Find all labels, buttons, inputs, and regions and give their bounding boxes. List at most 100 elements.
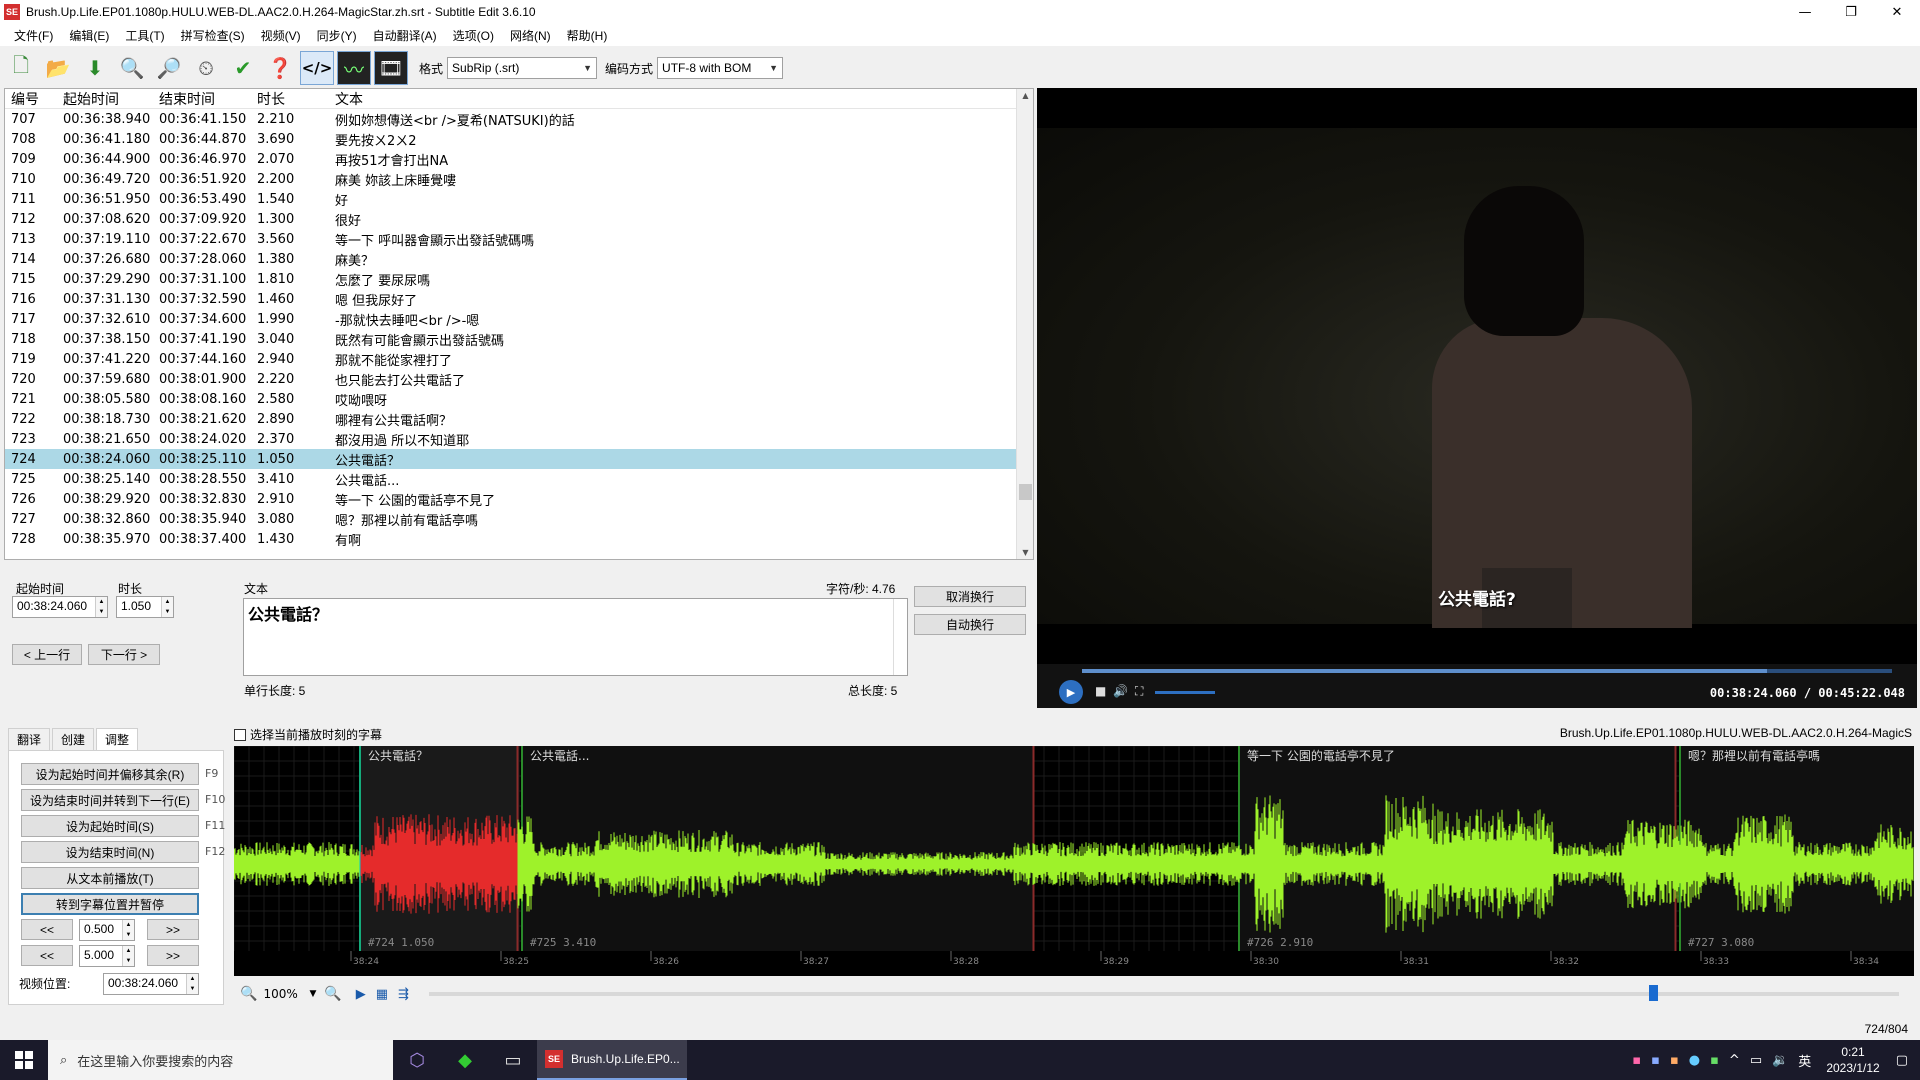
- source-view-icon[interactable]: </>: [300, 51, 334, 85]
- step-back-large-button[interactable]: <<: [21, 945, 73, 966]
- video-progress[interactable]: [1082, 669, 1892, 673]
- column-number[interactable]: 编号: [5, 89, 57, 109]
- step-forward-small-button[interactable]: >>: [147, 919, 199, 940]
- slider-thumb[interactable]: [1649, 985, 1658, 1001]
- stop-icon[interactable]: ■: [1095, 684, 1106, 698]
- step-back-small-button[interactable]: <<: [21, 919, 73, 940]
- table-row[interactable]: 724 00:38:24.060 00:38:25.110 1.050 公共電話？: [5, 449, 1033, 469]
- video-toggle-icon[interactable]: 🎞: [374, 51, 408, 85]
- list-scrollbar[interactable]: ▲ ▼: [1016, 89, 1033, 559]
- system-clock[interactable]: 0:21 2023/1/12: [1826, 1044, 1879, 1076]
- spinner-icon[interactable]: ▲ ▼: [122, 946, 134, 966]
- encoding-select[interactable]: UTF-8 with BOM ▼: [657, 57, 784, 79]
- spinner-icon[interactable]: ▲ ▼: [186, 974, 198, 994]
- menu-tools[interactable]: 工具(T): [117, 27, 172, 44]
- volume-slider[interactable]: [1155, 691, 1215, 694]
- column-end[interactable]: 结束时间: [153, 89, 251, 109]
- table-row[interactable]: 718 00:37:38.150 00:37:41.190 3.040 既然有可能會顯示…: [5, 329, 1033, 349]
- table-row[interactable]: 709 00:36:44.900 00:36:46.970 2.070 再按51才會打出…: [5, 149, 1033, 169]
- volume-icon[interactable]: 🔉: [1772, 1053, 1788, 1068]
- menu-spellcheck[interactable]: 拼写检查(S): [173, 27, 253, 44]
- tray-app-icon[interactable]: ●: [1689, 1053, 1700, 1068]
- table-row[interactable]: 721 00:38:05.580 00:38:08.160 2.580 哎呦喂呀: [5, 389, 1033, 409]
- table-row[interactable]: 717 00:37:32.610 00:37:34.600 1.990 -那就快去睡吧<…: [5, 309, 1033, 329]
- table-row[interactable]: 722 00:38:18.730 00:38:21.620 2.890 哪裡有公共電話啊…: [5, 409, 1033, 429]
- set-end-next-button[interactable]: 设为结束时间并转到下一行(E): [21, 789, 199, 811]
- waveform-toggle-icon[interactable]: 〰: [337, 51, 371, 85]
- step-large-input[interactable]: 5.000 ▲ ▼: [79, 945, 135, 967]
- table-row[interactable]: 727 00:38:32.860 00:38:35.940 3.080 嗯？那裡以前有電…: [5, 509, 1033, 529]
- scroll-down-icon[interactable]: ▼: [1017, 548, 1033, 557]
- help-icon[interactable]: ❓: [263, 51, 297, 85]
- menu-autotranslate[interactable]: 自动翻译(A): [365, 27, 445, 44]
- maximize-icon[interactable]: ❐: [1828, 0, 1874, 24]
- menu-video[interactable]: 视频(V): [253, 27, 309, 44]
- step-forward-large-button[interactable]: >>: [147, 945, 199, 966]
- table-row[interactable]: 716 00:37:31.130 00:37:32.590 1.460 嗯 但我尿好了: [5, 289, 1033, 309]
- notification-icon[interactable]: ▢: [1896, 1053, 1908, 1068]
- zoom-dropdown-icon[interactable]: ▼: [309, 989, 316, 999]
- tray-app-icon[interactable]: ▪: [1632, 1053, 1641, 1068]
- green-app-icon[interactable]: ◆: [441, 1040, 489, 1080]
- table-row[interactable]: 711 00:36:51.950 00:36:53.490 1.540 好: [5, 189, 1033, 209]
- table-row[interactable]: 713 00:37:19.110 00:37:22.670 3.560 等一下 呼叫器會…: [5, 229, 1033, 249]
- tray-app-icon[interactable]: ▪: [1651, 1053, 1660, 1068]
- text-scrollbar[interactable]: [893, 599, 907, 675]
- subtitle-list[interactable]: 编号 起始时间 结束时间 时长 文本 707 00:36:38.940 00:36:…: [4, 88, 1034, 560]
- step-small-input[interactable]: 0.500 ▲ ▼: [79, 919, 135, 941]
- table-row[interactable]: 708 00:36:41.180 00:36:44.870 3.690 要先按ㄨ2ㄨ2: [5, 129, 1033, 149]
- find-icon[interactable]: 🔍: [115, 51, 149, 85]
- replace-icon[interactable]: 🔎: [152, 51, 186, 85]
- menu-options[interactable]: 选项(O): [445, 27, 502, 44]
- waveform-panel[interactable]: 公共電話？ #724 1.050 公共電話... #725 3.410 等一下 公園的電…: [234, 746, 1914, 976]
- unbreak-button[interactable]: 取消换行: [914, 586, 1026, 607]
- goto-pause-button[interactable]: 转到字幕位置并暂停: [21, 893, 199, 915]
- select-current-checkbox[interactable]: [234, 728, 246, 741]
- set-start-offset-button[interactable]: 设为起始时间并偏移其余(R): [21, 763, 199, 785]
- new-file-icon[interactable]: 🗋: [4, 51, 38, 85]
- spinner-icon[interactable]: ▲ ▼: [95, 597, 107, 617]
- table-row[interactable]: 714 00:37:26.680 00:37:28.060 1.380 麻美？: [5, 249, 1033, 269]
- table-row[interactable]: 720 00:37:59.680 00:38:01.900 2.220 也只能去打公共電…: [5, 369, 1033, 389]
- column-text[interactable]: 文本: [329, 89, 1009, 109]
- taskbar-subtitle-edit-app[interactable]: SE Brush.Up.Life.EP0...: [537, 1040, 687, 1080]
- tray-app-icon[interactable]: ▪: [1670, 1053, 1679, 1068]
- visual-studio-icon[interactable]: ⬡: [393, 1040, 441, 1080]
- auto-break-button[interactable]: 自动换行: [914, 614, 1026, 635]
- next-line-button[interactable]: 下一行 >: [88, 644, 160, 665]
- tray-expand-icon[interactable]: ^: [1729, 1053, 1740, 1068]
- set-start-button[interactable]: 设为起始时间(S): [21, 815, 199, 837]
- zoom-out-icon[interactable]: 🔍: [240, 986, 257, 1002]
- video-player[interactable]: 公共電話? ▶ ■ 🔊 ⛶ 00:38:24.060 / 00:45:22.04…: [1037, 88, 1917, 708]
- spinner-icon[interactable]: ▲ ▼: [122, 920, 134, 940]
- video-position-input[interactable]: 00:38:24.060 ▲ ▼: [103, 973, 199, 995]
- waveform-grid-icon[interactable]: ▦: [376, 987, 388, 1002]
- menu-sync[interactable]: 同步(Y): [309, 27, 365, 44]
- column-duration[interactable]: 时长: [251, 89, 329, 109]
- prev-line-button[interactable]: < 上一行: [12, 644, 82, 665]
- scrollbar-thumb[interactable]: [1019, 484, 1032, 500]
- ime-indicator[interactable]: 英: [1798, 1051, 1811, 1070]
- table-row[interactable]: 726 00:38:29.920 00:38:32.830 2.910 等一下 公園的電…: [5, 489, 1033, 509]
- menu-help[interactable]: 帮助(H): [559, 27, 616, 44]
- table-row[interactable]: 719 00:37:41.220 00:37:44.160 2.940 那就不能從家裡打…: [5, 349, 1033, 369]
- table-row[interactable]: 715 00:37:29.290 00:37:31.100 1.810 怎麼了 要尿尿嗎: [5, 269, 1033, 289]
- play-icon[interactable]: ▶: [1059, 680, 1083, 704]
- tab-translate[interactable]: 翻译: [8, 728, 51, 750]
- table-row[interactable]: 712 00:37:08.620 00:37:09.920 1.300 很好: [5, 209, 1033, 229]
- start-time-input[interactable]: 00:38:24.060 ▲ ▼: [12, 596, 108, 618]
- column-start[interactable]: 起始时间: [57, 89, 153, 109]
- tab-create[interactable]: 创建: [52, 728, 95, 750]
- taskbar-search-input[interactable]: ⌕ 在这里输入你要搜索的内容: [48, 1040, 393, 1080]
- network-icon[interactable]: ▭: [1750, 1053, 1762, 1068]
- play-from-text-button[interactable]: 从文本前播放(T): [21, 867, 199, 889]
- close-icon[interactable]: ✕: [1874, 0, 1920, 24]
- waveform-position-slider[interactable]: [429, 985, 1899, 1001]
- table-row[interactable]: 710 00:36:49.720 00:36:51.920 2.200 麻美 妳該上床睡…: [5, 169, 1033, 189]
- fullscreen-icon[interactable]: ⛶: [1135, 684, 1143, 699]
- open-folder-icon[interactable]: 📂: [41, 51, 75, 85]
- spell-check-icon[interactable]: ✔: [226, 51, 260, 85]
- scroll-up-icon[interactable]: ▲: [1017, 91, 1033, 100]
- set-end-button[interactable]: 设为结束时间(N): [21, 841, 199, 863]
- volume-icon[interactable]: 🔊: [1113, 684, 1128, 698]
